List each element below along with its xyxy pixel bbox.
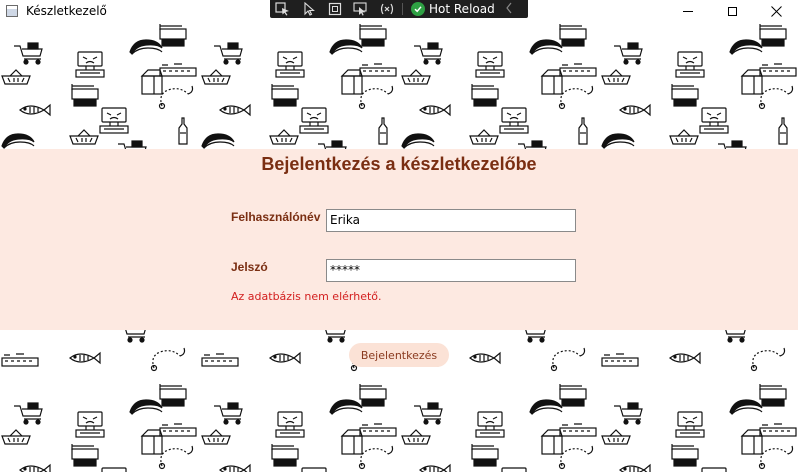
error-message: Az adatbázis nem elérhető. — [231, 290, 382, 303]
toolbar-separator — [402, 3, 403, 15]
collapse-chevron-icon[interactable] — [505, 2, 513, 17]
app-icon — [6, 5, 18, 17]
pointer-button[interactable] — [296, 0, 322, 18]
password-field[interactable]: ***** — [326, 259, 576, 282]
minimize-button[interactable] — [665, 0, 711, 22]
login-panel: Bejelentkezés a készletkezelőbe Felhaszn… — [0, 149, 798, 330]
hot-reload-check-icon — [411, 2, 425, 16]
pointer-icon — [304, 2, 315, 16]
close-button[interactable] — [753, 0, 798, 22]
hot-reload-button[interactable]: Hot Reload — [405, 2, 501, 16]
layout-adorner-button[interactable] — [322, 0, 348, 18]
close-icon — [770, 5, 782, 17]
minimize-icon — [683, 10, 693, 12]
app-window: Készletkezelő Hot Reload Bejelentkezés a… — [0, 0, 798, 472]
select-element-button[interactable] — [270, 0, 296, 18]
window-title: Készletkezelő — [26, 4, 107, 18]
binding-failures-icon — [380, 3, 394, 15]
binding-failures-button[interactable] — [374, 0, 400, 18]
page-title: Bejelentkezés a készletkezelőbe — [261, 154, 537, 174]
maximize-icon — [727, 6, 737, 16]
track-focus-button[interactable] — [348, 0, 374, 18]
maximize-button[interactable] — [709, 0, 755, 22]
login-button[interactable]: Bejelentkezés — [349, 343, 449, 367]
username-label: Felhasználónév — [231, 210, 321, 224]
debug-toolbar: Hot Reload — [270, 0, 528, 18]
hot-reload-label: Hot Reload — [429, 2, 495, 16]
select-element-icon — [275, 2, 289, 16]
username-field[interactable]: Erika — [326, 209, 576, 232]
password-label: Jelszó — [231, 260, 268, 274]
layout-adorner-icon — [328, 2, 342, 16]
track-focus-icon — [353, 2, 367, 16]
